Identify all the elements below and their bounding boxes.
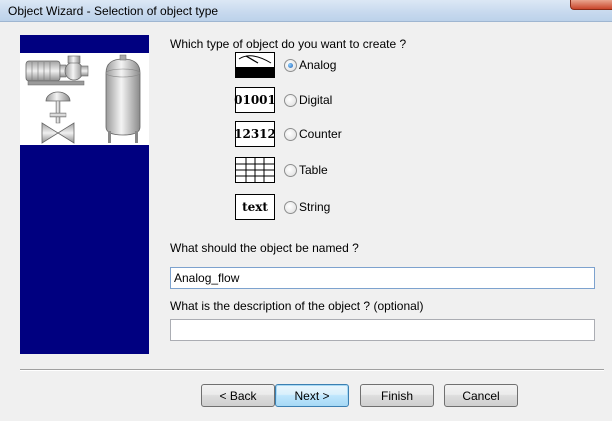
string-radio[interactable] [284, 201, 297, 214]
back-button[interactable]: < Back [201, 384, 275, 407]
title-bar: Object Wizard - Selection of object type [0, 0, 612, 22]
close-icon[interactable] [570, 0, 612, 10]
table-label[interactable]: Table [299, 163, 328, 177]
table-radio[interactable] [284, 164, 297, 177]
analog-label[interactable]: Analog [299, 58, 336, 72]
name-question: What should the object be named ? [170, 241, 359, 255]
string-label[interactable]: String [299, 200, 330, 214]
valve-icon [41, 91, 75, 144]
analog-gauge-icon [235, 52, 275, 78]
analog-radio[interactable] [284, 59, 297, 72]
next-button[interactable]: Next > [275, 384, 349, 407]
wizard-side-panel [20, 35, 149, 354]
window-title: Object Wizard - Selection of object type [8, 4, 219, 18]
description-question: What is the description of the object ? … [170, 299, 424, 313]
object-name-input[interactable]: Analog_flow [170, 267, 595, 289]
type-question: Which type of object do you want to crea… [170, 37, 407, 51]
counter-icon: 12312 [234, 121, 276, 147]
counter-label[interactable]: Counter [299, 127, 342, 141]
equipment-illustration [20, 53, 149, 145]
digital-icon: 01001 [234, 87, 276, 113]
tank-icon [105, 54, 141, 143]
string-icon: text [235, 194, 275, 220]
wizard-body: Which type of object do you want to crea… [0, 23, 612, 421]
table-grid-icon [235, 157, 275, 183]
finish-button[interactable]: Finish [360, 384, 434, 407]
separator [20, 369, 604, 371]
object-description-input[interactable] [170, 319, 595, 341]
cancel-button[interactable]: Cancel [444, 384, 518, 407]
digital-label[interactable]: Digital [299, 93, 332, 107]
counter-radio[interactable] [284, 128, 297, 141]
pump-icon [25, 55, 89, 86]
digital-radio[interactable] [284, 94, 297, 107]
